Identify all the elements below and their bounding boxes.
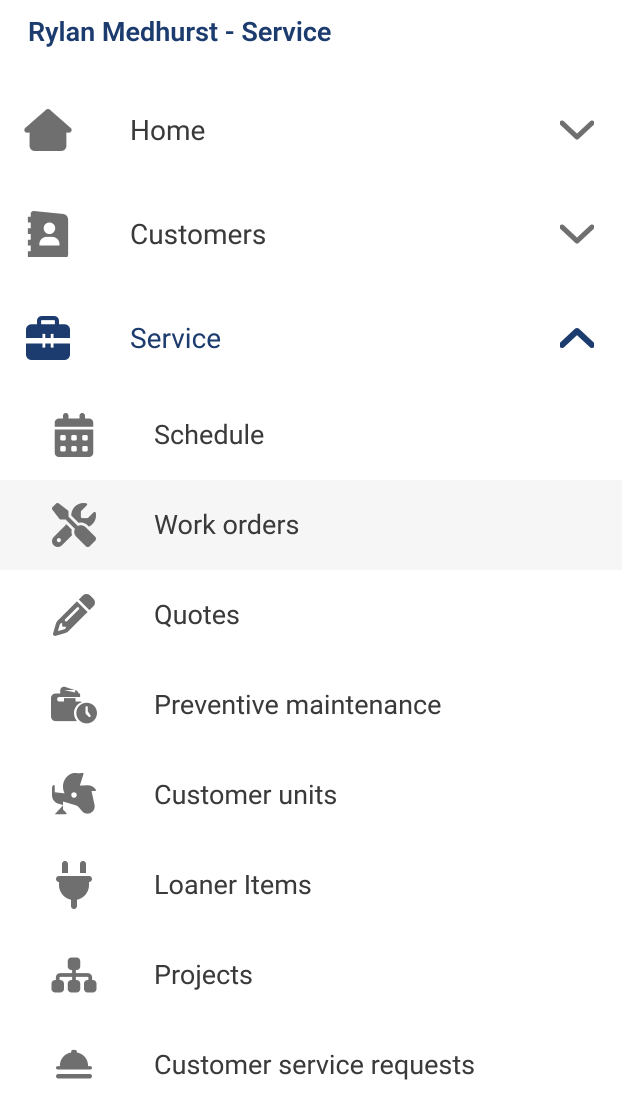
chevron-down-icon [554, 119, 594, 141]
page-title: Rylan Medhurst - Service [0, 16, 622, 78]
pencil-icon [50, 594, 98, 636]
fan-icon [50, 773, 98, 817]
briefcase-clock-icon [50, 684, 98, 726]
sitemap-icon [50, 955, 98, 995]
subnav-item-csr-label: Customer service requests [98, 1049, 622, 1081]
subnav-item-workorders[interactable]: Work orders [0, 480, 622, 570]
nav-item-home-label: Home [74, 114, 554, 147]
contacts-icon [22, 211, 74, 257]
chevron-up-icon [554, 327, 594, 349]
subnav-item-csr[interactable]: Customer service requests [0, 1020, 622, 1110]
subnav-item-units-label: Customer units [98, 779, 622, 811]
home-icon [22, 109, 74, 151]
toolbox-icon [22, 316, 74, 360]
subnav-item-schedule[interactable]: Schedule [0, 390, 622, 480]
subnav-item-workorders-label: Work orders [98, 509, 622, 541]
sidebar-nav: Rylan Medhurst - Service Home Customers … [0, 0, 622, 1110]
subnav-item-quotes[interactable]: Quotes [0, 570, 622, 660]
subnav-item-preventive[interactable]: Preventive maintenance [0, 660, 622, 750]
subnav-item-projects[interactable]: Projects [0, 930, 622, 1020]
nav-item-home[interactable]: Home [0, 78, 622, 182]
tools-icon [50, 503, 98, 547]
nav-item-customers[interactable]: Customers [0, 182, 622, 286]
subnav-item-schedule-label: Schedule [98, 419, 622, 451]
bell-icon [50, 1047, 98, 1083]
nav-item-service-submenu: Schedule Work orders Quotes Preventive m… [0, 390, 622, 1110]
subnav-item-loaner-label: Loaner Items [98, 869, 622, 901]
nav-item-service-label: Service [74, 322, 554, 355]
subnav-item-quotes-label: Quotes [98, 599, 622, 631]
nav-item-service[interactable]: Service [0, 286, 622, 390]
plug-icon [50, 861, 98, 909]
subnav-item-units[interactable]: Customer units [0, 750, 622, 840]
subnav-item-preventive-label: Preventive maintenance [98, 689, 622, 721]
calendar-icon [50, 413, 98, 457]
chevron-down-icon [554, 223, 594, 245]
subnav-item-projects-label: Projects [98, 959, 622, 991]
nav-item-customers-label: Customers [74, 218, 554, 251]
subnav-item-loaner[interactable]: Loaner Items [0, 840, 622, 930]
